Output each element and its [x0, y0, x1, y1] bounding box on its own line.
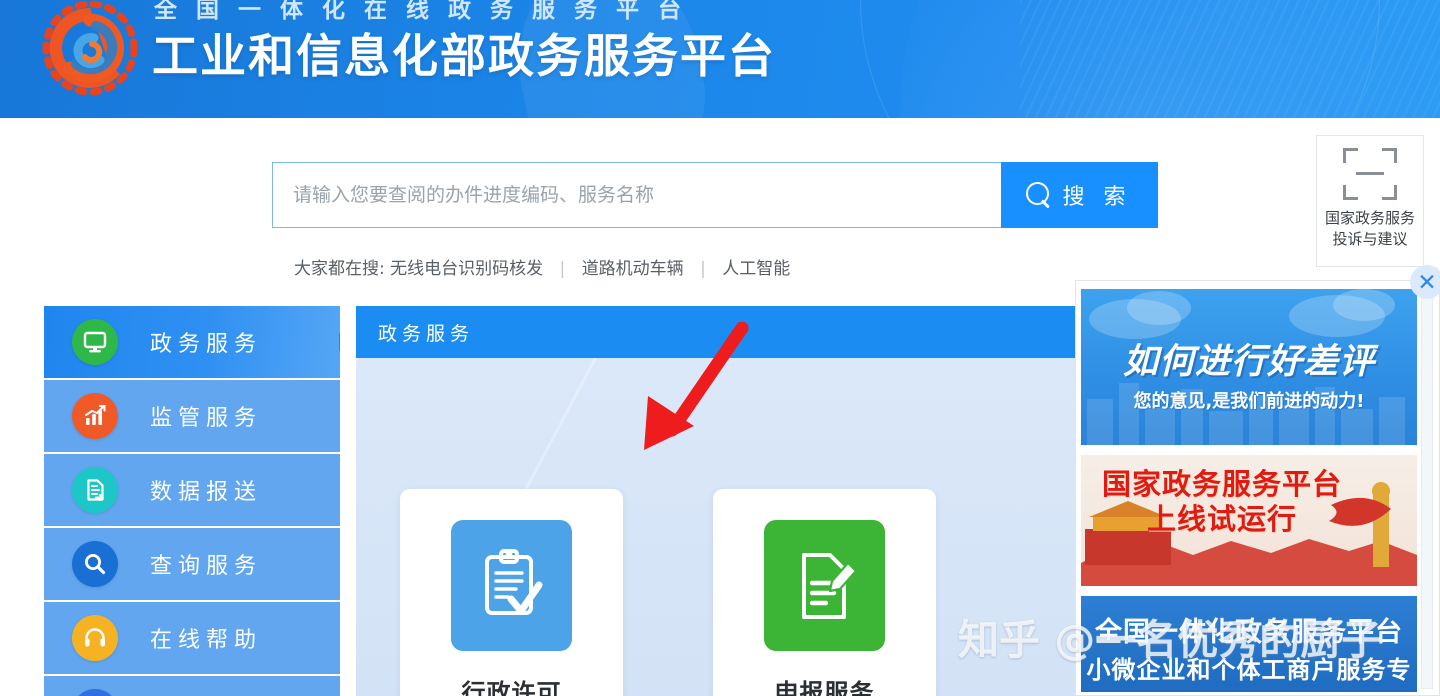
ad-title-haochaping: 如何进行好差评: [1122, 342, 1375, 382]
header-decoration-lines: [1020, 0, 1440, 118]
clipboard-check-icon: [451, 520, 572, 651]
search-icon: [1025, 182, 1052, 208]
sidebar-label-government-service: 政务服务: [150, 332, 263, 357]
ad-popup: ✕ 如何进行好差评 您的意见,是我们前进的动力! 国家政务服务平台 上线试运行 …: [1075, 265, 1440, 696]
sidebar-label-supervision-service: 监管服务: [150, 406, 263, 431]
hot-search-label: 大家都在搜:: [294, 259, 385, 279]
ad-line1-small-business: 全国一体化政务服务平台: [1095, 617, 1403, 648]
service-card-administrative-license[interactable]: 行政许可: [400, 489, 623, 696]
sidebar-item-data-report[interactable]: 数据报送: [44, 454, 340, 528]
service-card-label-declaration-service: 申报服务: [774, 679, 875, 696]
search-button[interactable]: 搜 索: [1001, 162, 1158, 228]
magnifier-icon: [72, 541, 118, 587]
data-report-icon: [72, 467, 118, 513]
hot-search-item-1[interactable]: 无线电台识别码核发: [390, 259, 543, 279]
search-input[interactable]: [272, 162, 1001, 228]
monitor-icon: [72, 319, 118, 365]
service-sidebar: 政务服务 监管服务 数据报送 查询服务 在线帮助: [44, 306, 340, 696]
service-panel: 政务服务 行政许可 申报服务: [356, 306, 1085, 696]
ad-line2-small-business: 小微企业和个体工商户服务专栏: [1086, 656, 1412, 692]
ad-subtitle-haochaping: 您的意见,是我们前进的动力!: [1133, 391, 1365, 412]
document-pencil-icon: [764, 520, 885, 651]
hot-search-row: 大家都在搜: 无线电台识别码核发 | 道路机动车辆 | 人工智能: [294, 254, 790, 279]
ad-banner-small-business[interactable]: 全国一体化政务服务平台 小微企业和个体工商户服务专栏: [1081, 596, 1417, 692]
close-icon[interactable]: ✕: [1410, 265, 1440, 299]
sidebar-item-government-service[interactable]: 政务服务: [44, 306, 340, 380]
service-card-list: 行政许可 申报服务: [400, 489, 936, 696]
sidebar-item-query-service[interactable]: 查询服务: [44, 528, 340, 602]
search-bar: 搜 索: [272, 162, 1158, 228]
page-title: 工业和信息化部政务服务平台: [152, 29, 776, 83]
spiral-e-gear-logo[interactable]: [34, 0, 146, 104]
complaint-suggestion-widget[interactable]: 国家政务服务 投诉与建议: [1316, 135, 1424, 267]
sidebar-label-online-help: 在线帮助: [150, 628, 263, 653]
hot-search-item-2[interactable]: 道路机动车辆: [582, 259, 684, 279]
hot-search-item-3[interactable]: 人工智能: [722, 259, 790, 279]
service-card-declaration-service[interactable]: 申报服务: [713, 489, 936, 696]
headset-icon: [72, 615, 118, 661]
ad-line2-national-platform: 上线试运行: [1146, 502, 1297, 536]
search-button-label: 搜 索: [1062, 185, 1132, 210]
site-header: 全国一体化在线政务服务平台 工业和信息化部政务服务平台: [0, 0, 1440, 118]
panel-title: 政务服务: [378, 322, 475, 345]
qr-widget-line2: 投诉与建议: [1332, 230, 1408, 248]
service-card-label-administrative-license: 行政许可: [461, 679, 562, 696]
ad-list: 如何进行好差评 您的意见,是我们前进的动力! 国家政务服务平台 上线试运行 全国…: [1081, 289, 1417, 692]
qr-widget-line1: 国家政务服务: [1324, 209, 1415, 227]
ad-scrollbar[interactable]: [1421, 289, 1433, 689]
panel-body: 行政许可 申报服务: [356, 358, 1085, 696]
hot-search-separator-1: |: [559, 259, 566, 279]
sidebar-item-online-help[interactable]: 在线帮助: [44, 602, 340, 676]
ad-line1-national-platform: 国家政务服务平台: [1101, 467, 1342, 501]
bar-chart-icon: [72, 393, 118, 439]
hot-search-separator-2: |: [700, 259, 706, 279]
panel-header: 政务服务: [356, 306, 1085, 358]
ad-banner-national-platform[interactable]: 国家政务服务平台 上线试运行: [1081, 455, 1417, 586]
circle-icon: [72, 689, 118, 696]
sidebar-item-more[interactable]: [44, 676, 340, 696]
sidebar-item-supervision-service[interactable]: 监管服务: [44, 380, 340, 454]
ad-banner-haochaping[interactable]: 如何进行好差评 您的意见,是我们前进的动力!: [1081, 289, 1417, 445]
scan-frame-icon: [1343, 148, 1397, 200]
sidebar-label-query-service: 查询服务: [150, 554, 263, 579]
sidebar-label-data-report: 数据报送: [150, 480, 263, 505]
